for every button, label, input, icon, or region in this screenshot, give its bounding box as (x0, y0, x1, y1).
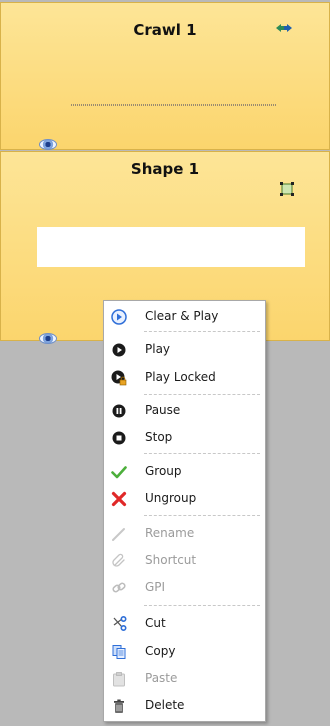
context-menu: Clear & Play Play Play Locked Pause Stop… (103, 300, 266, 722)
menu-item-label: Play Locked (145, 370, 216, 384)
paperclip-icon (111, 553, 127, 569)
menu-item-cut[interactable]: Cut (104, 612, 265, 636)
menu-separator (144, 453, 260, 454)
link-icon (111, 580, 127, 596)
menu-item-label: Cut (145, 616, 166, 630)
x-icon (111, 491, 127, 507)
menu-item-play-locked[interactable]: Play Locked (104, 366, 265, 390)
clear-play-icon (111, 309, 127, 325)
trash-icon (111, 698, 127, 714)
menu-item-label: Group (145, 464, 182, 478)
menu-item-clear-play[interactable]: Clear & Play (104, 305, 265, 329)
menu-item-label: Shortcut (145, 553, 197, 567)
shape-select-icon (280, 182, 294, 196)
panel-title: Shape 1 (130, 160, 200, 178)
play-locked-icon (111, 370, 127, 386)
menu-item-label: Clear & Play (145, 309, 219, 323)
menu-item-gpi: GPI (104, 576, 265, 600)
menu-item-play[interactable]: Play (104, 338, 265, 362)
menu-item-copy[interactable]: Copy (104, 640, 265, 664)
menu-item-rename: Rename (104, 522, 265, 546)
menu-item-delete[interactable]: Delete (104, 694, 265, 718)
menu-item-shortcut: Shortcut (104, 549, 265, 573)
menu-item-paste: Paste (104, 667, 265, 691)
copy-icon (111, 644, 127, 660)
menu-item-stop[interactable]: Stop (104, 426, 265, 450)
visibility-eye-icon[interactable] (39, 333, 57, 344)
menu-item-label: Play (145, 342, 171, 356)
stop-icon (111, 430, 127, 446)
menu-separator (144, 331, 260, 332)
menu-item-label: Rename (145, 526, 195, 540)
menu-item-label: Stop (145, 430, 173, 444)
crawl-text-preview (71, 104, 276, 106)
menu-item-label: Delete (145, 698, 185, 712)
play-icon (111, 342, 127, 358)
menu-item-ungroup[interactable]: Ungroup (104, 487, 265, 511)
menu-item-pause[interactable]: Pause (104, 399, 265, 423)
pause-icon (111, 403, 127, 419)
menu-item-label: Paste (145, 671, 178, 685)
menu-separator (144, 394, 260, 395)
menu-item-label: Copy (145, 644, 176, 658)
menu-item-label: GPI (145, 580, 166, 594)
menu-separator (144, 605, 260, 606)
menu-item-label: Ungroup (145, 491, 197, 505)
crawl-arrows-icon (276, 24, 292, 32)
check-icon (111, 464, 127, 480)
menu-separator (144, 515, 260, 516)
crawl-panel[interactable]: Crawl 1 (0, 2, 330, 150)
scissors-icon (111, 616, 127, 632)
shape-preview (37, 227, 305, 267)
menu-item-group[interactable]: Group (104, 460, 265, 484)
paste-icon (111, 671, 127, 687)
visibility-eye-icon[interactable] (39, 139, 57, 150)
pencil-icon (111, 526, 127, 542)
menu-item-label: Pause (145, 403, 181, 417)
